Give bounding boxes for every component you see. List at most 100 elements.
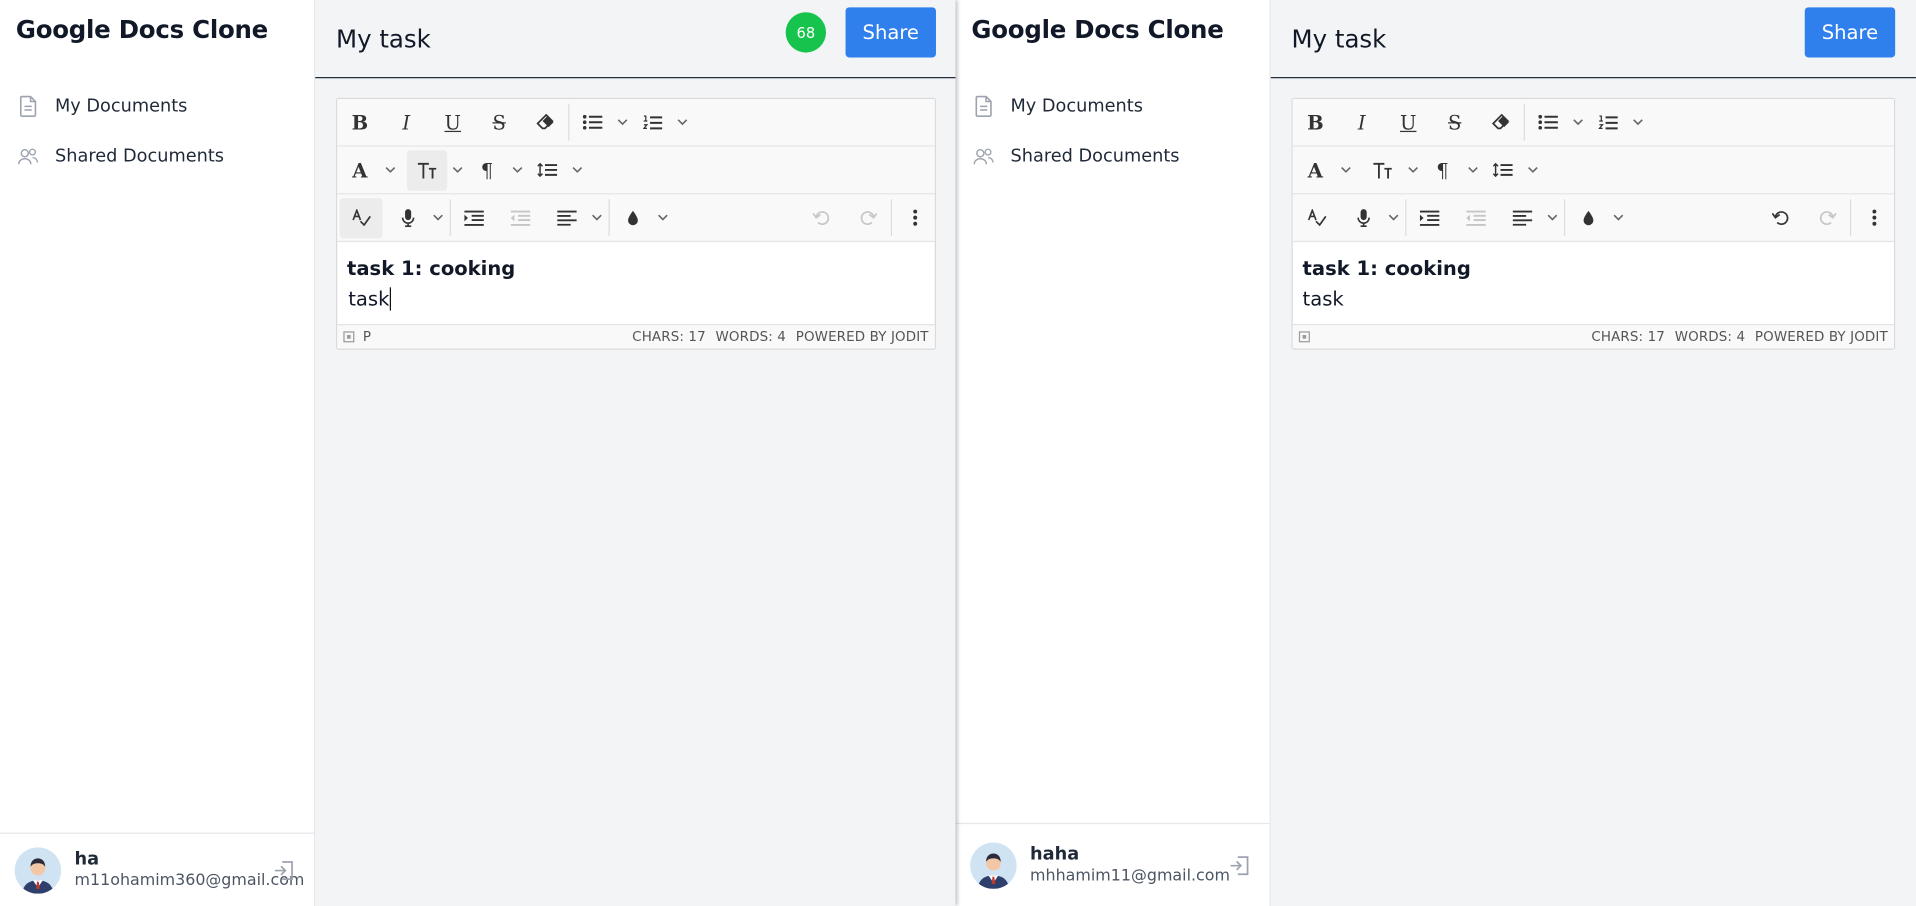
chevron-down-icon[interactable] <box>652 197 672 237</box>
chevron-down-icon[interactable] <box>428 197 448 237</box>
sidebar-nav: My Documents Shared Documents <box>956 81 1270 181</box>
powered-by-link[interactable]: POWERED BY JODIT <box>1755 329 1888 345</box>
sidebar-item-label: Shared Documents <box>54 146 225 166</box>
chevron-down-icon[interactable] <box>507 150 527 190</box>
microphone-icon[interactable] <box>1343 197 1383 237</box>
indent-icon[interactable] <box>1409 197 1449 237</box>
chevron-down-icon[interactable] <box>1608 197 1628 237</box>
users-icon <box>973 145 995 167</box>
bulleted-list-icon[interactable] <box>572 102 612 142</box>
toolbar-separator <box>890 199 892 236</box>
align-left-icon[interactable] <box>1502 197 1542 237</box>
chevron-down-icon[interactable] <box>672 102 692 142</box>
chevron-down-icon[interactable] <box>567 150 587 190</box>
redo-icon[interactable] <box>1807 197 1847 237</box>
font-size-icon[interactable] <box>1362 150 1402 190</box>
document-icon <box>973 95 995 117</box>
strikethrough-button[interactable]: S <box>479 102 519 142</box>
toolbar-row-3 <box>337 194 935 243</box>
chevron-down-icon[interactable] <box>1568 102 1588 142</box>
indent-icon[interactable] <box>453 197 493 237</box>
document-body-text: task <box>1302 287 1344 311</box>
paragraph-icon[interactable]: ¶ <box>1422 150 1462 190</box>
toolbar-separator <box>1849 199 1852 236</box>
chevron-down-icon[interactable] <box>1542 197 1562 237</box>
editor-content[interactable]: task 1: cooking task <box>1293 242 1894 324</box>
italic-button[interactable]: I <box>386 102 426 142</box>
more-vertical-icon[interactable] <box>894 197 934 237</box>
spellcheck-icon[interactable] <box>339 197 383 238</box>
strikethrough-button[interactable]: S <box>1435 102 1475 142</box>
chevron-down-icon[interactable] <box>1463 150 1483 190</box>
document-area: My task 68 Share B I U S A ¶ task 1: coo… <box>315 0 956 906</box>
font-family-icon[interactable]: A <box>1295 150 1335 190</box>
eraser-icon[interactable] <box>525 102 565 142</box>
underline-button[interactable]: U <box>1388 102 1428 142</box>
browser-window-left: Google Docs Clone My Documents Shared Do… <box>0 0 956 906</box>
powered-by-link[interactable]: POWERED BY JODIT <box>796 329 929 345</box>
resize-icon[interactable] <box>1298 331 1310 343</box>
resize-icon[interactable] <box>343 331 355 343</box>
sidebar-item-shared-documents[interactable]: Shared Documents <box>0 131 314 181</box>
underline-button[interactable]: U <box>433 102 473 142</box>
bold-button[interactable]: B <box>1295 102 1335 142</box>
document-header: My task Share <box>1270 0 1916 79</box>
word-count: WORDS: 4 <box>1674 328 1746 345</box>
font-family-icon[interactable]: A <box>340 150 380 190</box>
avatar <box>970 841 1017 889</box>
editor-statusbar: CHARS: 17 WORDS: 4 POWERED BY JODIT <box>1292 324 1894 349</box>
numbered-list-icon[interactable] <box>1587 102 1627 142</box>
spellcheck-icon[interactable] <box>1295 197 1338 237</box>
document-title: My task <box>1291 23 1387 54</box>
chevron-down-icon[interactable] <box>447 150 467 190</box>
chevron-down-icon[interactable] <box>1522 150 1542 190</box>
document-title: My task <box>336 23 431 54</box>
color-drop-icon[interactable] <box>612 197 652 237</box>
screen: Google Docs Clone My Documents Shared Do… <box>0 0 1916 906</box>
eraser-icon[interactable] <box>1481 102 1521 142</box>
sidebar-item-shared-documents[interactable]: Shared Documents <box>956 131 1270 181</box>
chevron-down-icon[interactable] <box>1628 102 1648 142</box>
collaborator-badge[interactable]: 68 <box>785 12 827 53</box>
bold-button[interactable]: B <box>340 102 380 142</box>
sidebar-item-label: My Documents <box>1010 95 1143 116</box>
redo-icon[interactable] <box>848 197 888 237</box>
sidebar-item-my-documents[interactable]: My Documents <box>956 81 1270 131</box>
toolbar-row-1: B I U S <box>337 99 935 147</box>
line-height-icon[interactable] <box>527 150 567 190</box>
microphone-icon[interactable] <box>387 197 427 237</box>
share-button[interactable]: Share <box>845 7 936 58</box>
chevron-down-icon[interactable] <box>587 197 607 237</box>
outdent-icon[interactable] <box>500 197 540 237</box>
logout-icon[interactable] <box>272 858 296 882</box>
line-height-icon[interactable] <box>1482 150 1522 190</box>
undo-icon[interactable] <box>1760 197 1800 237</box>
chevron-down-icon[interactable] <box>1383 197 1403 237</box>
chevron-down-icon[interactable] <box>1403 150 1423 190</box>
user-panel: haha mhhamim11@gmail.com <box>955 822 1270 906</box>
element-path[interactable]: P <box>363 329 371 345</box>
italic-button[interactable]: I <box>1342 102 1382 142</box>
chevron-down-icon[interactable] <box>612 102 632 142</box>
align-left-icon[interactable] <box>546 197 586 237</box>
more-vertical-icon[interactable] <box>1854 197 1894 237</box>
bulleted-list-icon[interactable] <box>1527 102 1567 142</box>
chevron-down-icon[interactable] <box>1336 150 1356 190</box>
editor-content[interactable]: task 1: cooking task <box>337 242 935 324</box>
logout-icon[interactable] <box>1228 853 1252 877</box>
font-size-icon[interactable] <box>406 149 448 191</box>
outdent-icon[interactable] <box>1455 197 1495 237</box>
avatar <box>14 846 62 894</box>
share-button[interactable]: Share <box>1804 7 1896 58</box>
sidebar-item-my-documents[interactable]: My Documents <box>0 81 314 131</box>
color-drop-icon[interactable] <box>1568 197 1608 237</box>
user-info: haha mhhamim11@gmail.com <box>1030 843 1230 887</box>
paragraph-icon[interactable]: ¶ <box>467 150 507 190</box>
toolbar-separator <box>608 199 610 236</box>
char-count: CHARS: 17 <box>632 328 706 345</box>
undo-icon[interactable] <box>800 197 840 237</box>
numbered-list-icon[interactable] <box>632 102 672 142</box>
toolbar-row-2: A ¶ <box>1292 146 1894 195</box>
chevron-down-icon[interactable] <box>380 150 400 190</box>
word-count: WORDS: 4 <box>715 328 786 345</box>
